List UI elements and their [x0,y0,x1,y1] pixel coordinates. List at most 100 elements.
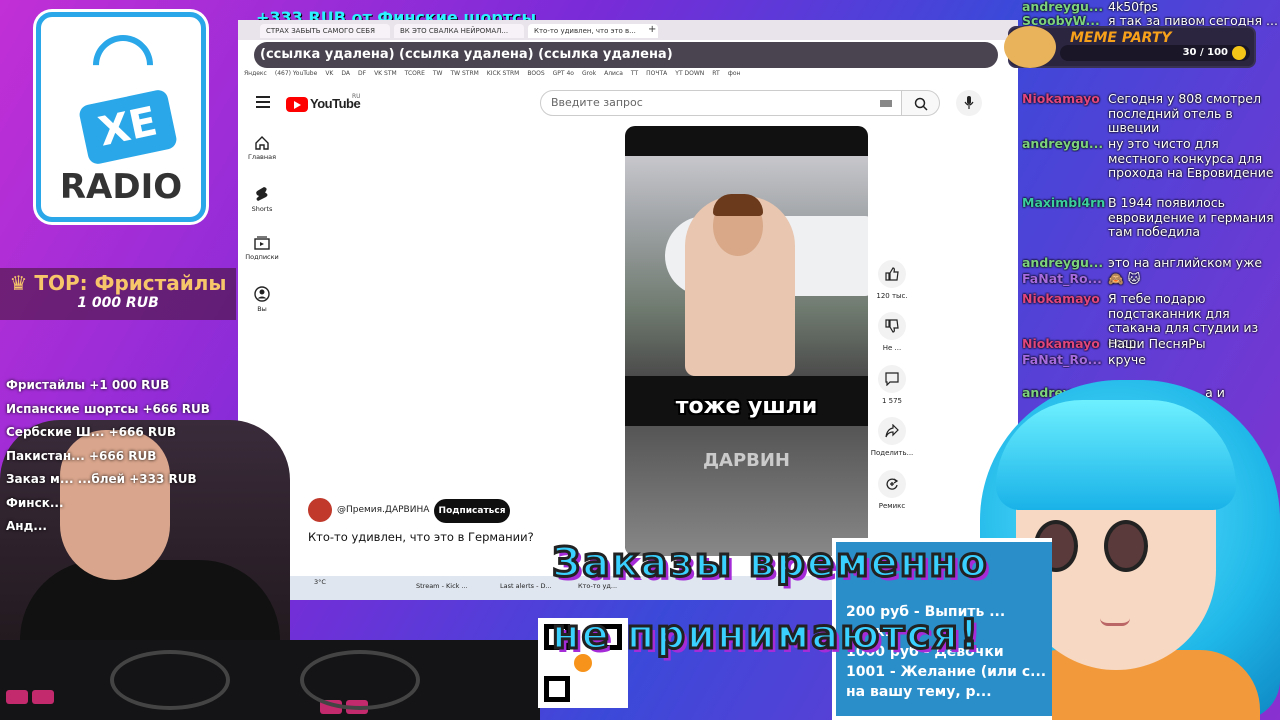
anime-hair-front [996,400,1236,510]
anime-mouth [1100,618,1130,626]
dj-pad [6,690,28,704]
donation-item: Финск... [6,495,64,510]
nav-label: Главная [247,153,277,161]
bookmark[interactable]: RT [712,70,719,77]
search-icon [914,97,928,111]
taskbar-item[interactable]: Stream - Kick ... [416,582,468,590]
bookmark[interactable]: Grok [582,70,596,77]
donation-list: Фристайлы +1 000 RUB Испанские шортсы +6… [6,374,238,539]
search-button[interactable] [902,90,940,116]
tab-active[interactable]: Кто-то удивлен, что это в... [528,24,658,38]
orders-closed-line-2: не принимаются! [550,611,981,660]
bookmark[interactable]: (467) YouTube [275,70,317,77]
subscribe-button[interactable]: Подписаться [434,499,510,523]
bookmark[interactable]: VK STM [374,70,397,77]
share-button[interactable]: Поделить... [870,417,914,457]
dislike-button[interactable]: Не ... [870,312,914,352]
bookmark[interactable]: DF [358,70,366,77]
new-tab-icon[interactable]: + [648,24,656,35]
bookmark[interactable]: GPT 4o [553,70,574,77]
order-item: 1001 - Желание (или с... [846,664,1047,680]
short-video-player[interactable]: тоже ушли ДАРВИН [625,126,868,556]
tab-bar: СТРАХ ЗАБЫТЬ САМОГО СЕБЯ ВК ЭТО СВАЛКА Н… [238,20,1018,40]
person-hair [713,194,763,216]
taskbar-item[interactable]: Last alerts - D... [500,582,552,590]
search-input[interactable]: Введите запрос [540,90,902,116]
dislike-label: Не ... [882,344,902,352]
xe-radio-logo: XE RADIO [36,12,206,222]
bookmark[interactable]: KICK STRM [487,70,520,77]
bookmark[interactable]: фон [728,70,741,77]
nav-shorts[interactable]: Shorts [244,186,280,213]
top-amount: 1 000 RUB [77,295,159,311]
order-item: на вашу тему, р... [846,684,992,700]
like-count: 120 тыс. [876,292,908,300]
voice-search-button[interactable] [956,90,982,116]
bookmark[interactable]: TW STRM [450,70,478,77]
anime-eye-right [1104,520,1148,572]
doge-icon [1004,26,1056,68]
top-title: ♛ TOP: Фристайлы [9,271,227,295]
nav-label: Подписки [245,253,279,261]
nav-home[interactable]: Главная [244,136,280,161]
remix-button[interactable]: Ремикс [870,470,914,510]
jog-wheel-right [300,650,420,710]
browser-window: СТРАХ ЗАБЫТЬ САМОГО СЕБЯ ВК ЭТО СВАЛКА Н… [238,20,1018,600]
nav-subscriptions[interactable]: Подписки [244,236,280,261]
orders-closed-line-1: Заказы временно [551,539,989,588]
tab-2[interactable]: ВК ЭТО СВАЛКА НЕЙРОМАЛ... [394,24,524,38]
remix-label: Ремикс [878,502,906,510]
meme-progress: 30 / 100 [1060,45,1250,61]
keyboard-icon[interactable] [880,100,892,107]
shorts-icon [256,187,268,201]
video-frame [625,156,868,376]
bookmark[interactable]: TW [433,70,443,77]
video-title[interactable]: Кто-то удивлен, что это в Германии? [308,530,534,544]
donation-item: Фристайлы +1 000 RUB [6,378,170,392]
comment-count: 1 575 [881,397,903,405]
address-bar[interactable]: (ссылка удалена) (ссылка удалена) (ссылк… [254,42,998,68]
meme-party-title: MEME PARTY [1070,30,1172,46]
home-icon [255,136,269,150]
channel-avatar[interactable] [308,498,332,522]
bookmark[interactable]: ПОЧТА [646,70,667,77]
comment-icon [885,372,899,386]
jog-wheel-left [110,650,230,710]
share-icon [885,424,899,438]
donation-item: Сербские Ш... +666 RUB [6,425,176,439]
comments-button[interactable]: 1 575 [870,365,914,405]
account-icon [254,286,270,302]
youtube-logo-icon[interactable] [286,97,308,112]
donation-item: Пакистан... +666 RUB [6,448,157,463]
bookmark[interactable]: BOOS [527,70,544,77]
coin-icon [1232,46,1246,60]
donation-item: Анд... [6,519,47,533]
bookmark[interactable]: VK [325,70,333,77]
region-label: RU [352,93,361,100]
nav-you[interactable]: Вы [244,286,280,313]
thumbs-up-icon [885,267,899,281]
video-caption: тоже ушли [675,394,818,419]
dj-controller [0,640,540,720]
menu-icon[interactable] [256,96,270,108]
logo-xe: XE [77,88,179,166]
bookmark[interactable]: Алиса [604,70,623,77]
top-donation-box: ♛ TOP: Фристайлы 1 000 RUB [0,268,236,320]
tab-1[interactable]: СТРАХ ЗАБЫТЬ САМОГО СЕБЯ [260,24,390,38]
bookmark[interactable]: YT DOWN [675,70,704,77]
donation-item: Испанские шортсы +666 RUB [6,401,210,416]
donation-item: Заказ м... ...блей +333 RUB [6,472,197,486]
weather-label: 3°C [314,578,326,586]
channel-name[interactable]: @Премия.ДАРВИНА [337,505,429,515]
thumbs-down-icon [885,319,899,333]
share-label: Поделить... [870,449,914,457]
bookmark[interactable]: TCORE [405,70,425,77]
dj-pad [32,690,54,704]
nav-label: Вы [257,305,267,313]
like-button[interactable]: 120 тыс. [870,260,914,300]
bookmark[interactable]: Яндекс [244,70,267,77]
subscriptions-icon [254,236,270,250]
bookmark[interactable]: DA [341,70,350,77]
remix-icon [886,478,899,490]
bookmark[interactable]: TT [631,70,638,77]
